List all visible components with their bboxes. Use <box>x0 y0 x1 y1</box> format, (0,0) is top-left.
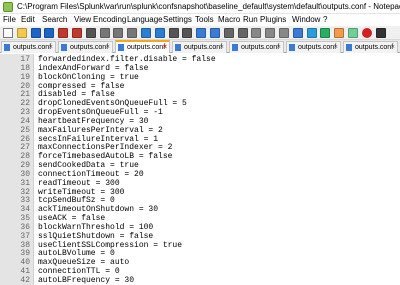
function-list-icon[interactable] <box>320 28 331 38</box>
tab-label: outputs.conf <box>355 44 394 51</box>
menu-plugins[interactable]: Plugins <box>260 14 286 26</box>
notepad-plus-plus-app-icon <box>3 2 13 12</box>
tab-label: outputs.conf <box>13 44 52 51</box>
menu-search[interactable]: Search <box>42 14 67 26</box>
file-saved-icon <box>232 44 238 51</box>
zoom-in-icon[interactable] <box>196 28 207 38</box>
tab[interactable]: outputs.conf × <box>343 41 398 53</box>
window-title: C:\Program Files\Splunk\var\run\splunk\c… <box>17 2 400 11</box>
tab-label: outputs.conf <box>184 44 223 51</box>
wrap-icon[interactable] <box>251 28 262 38</box>
show-all-icon[interactable] <box>265 28 276 38</box>
tab[interactable]: outputs.conf × <box>1 41 56 53</box>
zoom-out-icon[interactable] <box>210 28 220 38</box>
copy-icon[interactable] <box>113 28 124 38</box>
menu-window[interactable]: Window <box>292 14 320 26</box>
stop-macro-icon[interactable] <box>375 28 386 38</box>
close-all-icon[interactable] <box>72 28 82 38</box>
lang-icon[interactable] <box>292 28 303 38</box>
tab-label: outputs.conf <box>298 44 337 51</box>
menu-language[interactable]: Language <box>127 14 163 26</box>
tab[interactable]: outputs.conf × <box>286 41 341 53</box>
sync-h-icon[interactable] <box>237 28 248 38</box>
file-saved-icon <box>289 44 295 51</box>
save-icon[interactable] <box>30 28 41 38</box>
tab-close-icon[interactable]: × <box>106 43 110 52</box>
undo-icon[interactable] <box>141 28 151 38</box>
sync-v-icon[interactable] <box>223 28 234 38</box>
tab-close-icon[interactable]: × <box>277 43 281 52</box>
tab-label: outputs.conf <box>127 44 166 51</box>
file-saved-icon <box>175 44 181 51</box>
save-all-icon[interactable] <box>44 28 55 38</box>
menu-bar: File Edit Search View Encoding Language Settin… <box>0 14 400 26</box>
tab-close-icon[interactable]: × <box>220 43 224 52</box>
tab-close-icon[interactable]: × <box>334 43 338 52</box>
file-saved-icon <box>61 44 67 51</box>
open-file-icon[interactable] <box>16 28 27 38</box>
redo-icon[interactable] <box>154 28 165 38</box>
tab[interactable]: outputs.conf × <box>229 41 284 53</box>
record-macro-icon[interactable] <box>361 28 372 38</box>
monitor-icon[interactable] <box>348 28 358 38</box>
editor[interactable]: 17 forwardedindex.filter.disable = false 1… <box>0 54 400 285</box>
tab[interactable]: outputs.conf × <box>172 41 227 53</box>
print-icon[interactable] <box>85 28 96 38</box>
menu-macro[interactable]: Macro <box>218 14 240 26</box>
menu-tools[interactable]: Tools <box>195 14 214 26</box>
menu-view[interactable]: View <box>74 14 91 26</box>
close-icon[interactable] <box>58 28 69 38</box>
menu-run[interactable]: Run <box>243 14 258 26</box>
tab-active[interactable]: outputs.conf × <box>115 40 170 53</box>
doc-map-icon[interactable] <box>306 28 317 38</box>
menu-encoding[interactable]: Encoding <box>93 14 126 26</box>
folder-as-workspace-icon[interactable] <box>334 28 345 38</box>
indent-guide-icon[interactable] <box>279 28 289 38</box>
find-icon[interactable] <box>168 28 179 38</box>
tab-close-icon[interactable]: × <box>391 43 395 52</box>
line-text: autoLBFrequency = 30 <box>38 276 135 285</box>
tab-close-icon[interactable]: × <box>163 43 167 52</box>
line-number: 42 <box>20 276 30 285</box>
menu-settings[interactable]: Settings <box>163 14 192 26</box>
tab-label: outputs.conf <box>70 44 109 51</box>
file-saved-icon <box>4 44 10 51</box>
toolbar <box>0 26 400 40</box>
file-saved-icon <box>346 44 352 51</box>
menu-help[interactable]: ? <box>323 14 327 26</box>
menu-file[interactable]: File <box>3 14 16 26</box>
tab[interactable]: outputs.conf × <box>58 41 113 53</box>
title-bar: C:\Program Files\Splunk\var\run\splunk\c… <box>0 0 400 14</box>
tab-close-icon[interactable]: × <box>49 43 53 52</box>
code-line: 42 autoLBFrequency = 30 <box>0 276 400 285</box>
replace-icon[interactable] <box>182 28 193 38</box>
tab-label: outputs.conf <box>241 44 280 51</box>
paste-icon[interactable] <box>127 28 138 38</box>
tab-bar: outputs.conf × outputs.conf × outputs.conf × o… <box>0 40 400 53</box>
menu-edit[interactable]: Edit <box>21 14 35 26</box>
file-saved-icon <box>118 44 124 51</box>
cut-icon[interactable] <box>99 28 110 38</box>
new-file-icon[interactable] <box>3 28 13 38</box>
